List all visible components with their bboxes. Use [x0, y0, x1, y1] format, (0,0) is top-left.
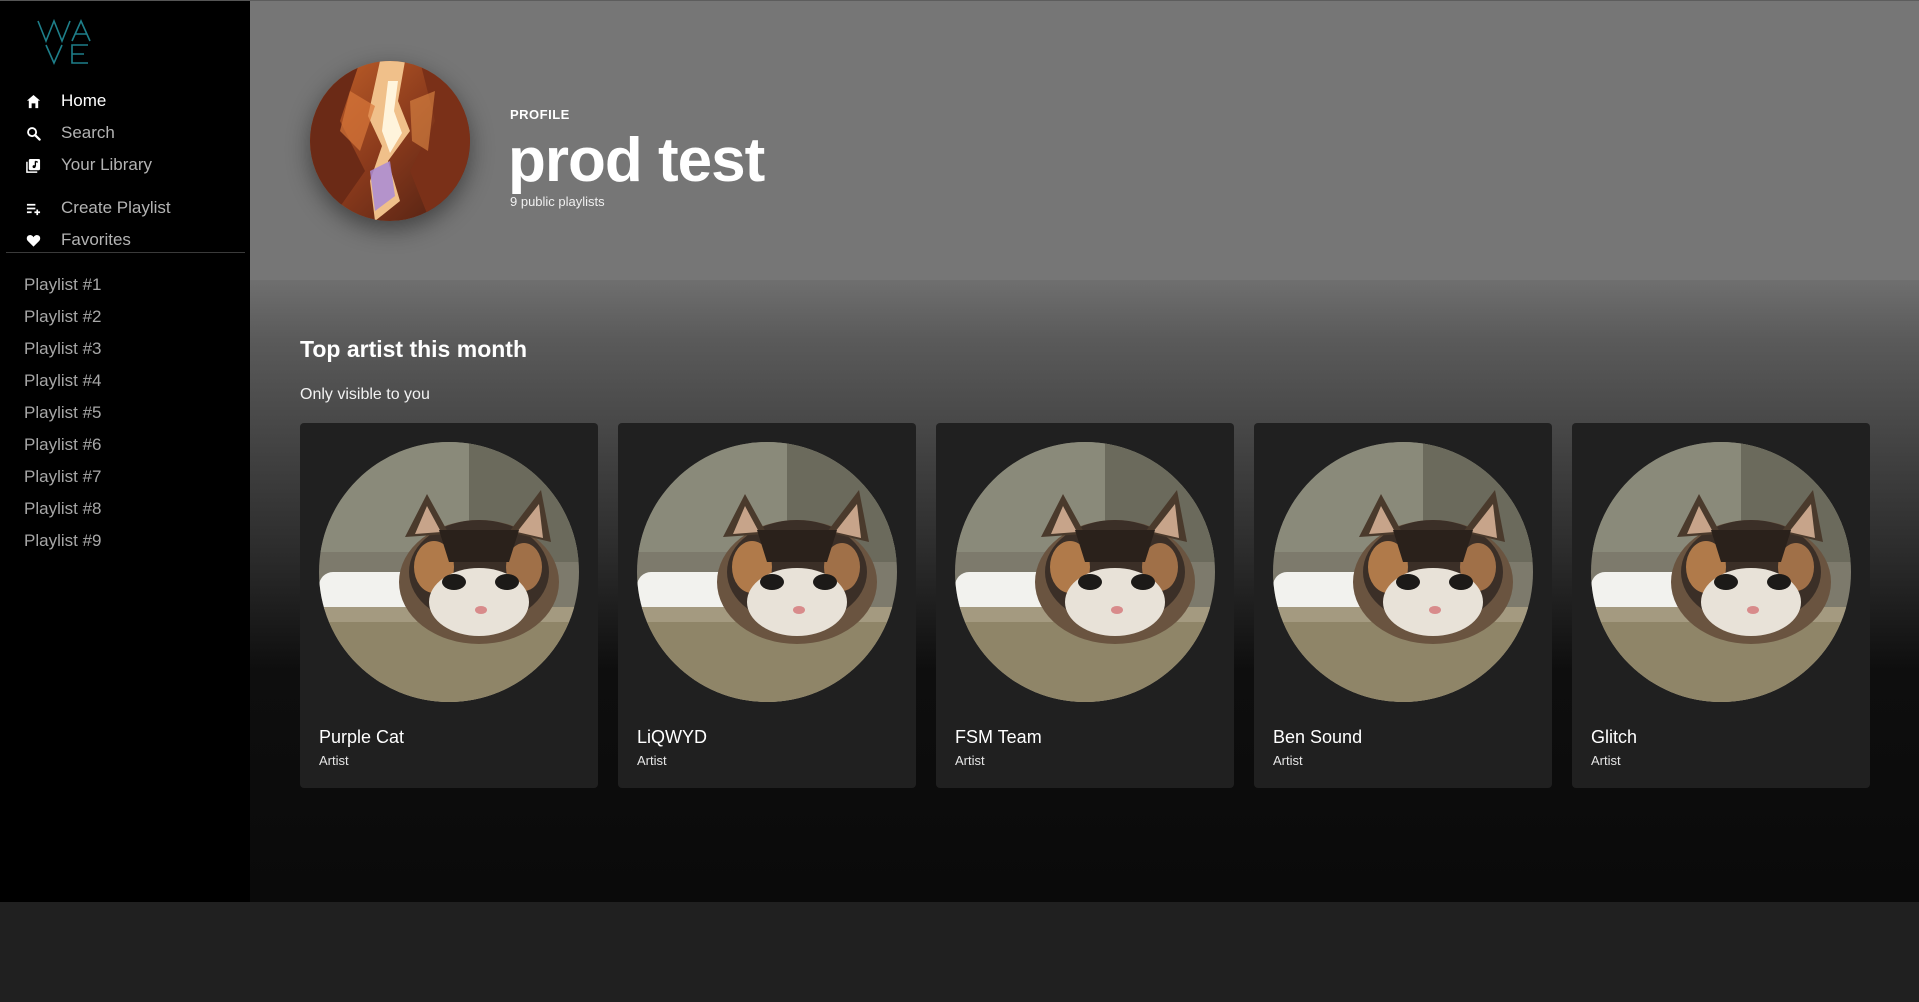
nav-create-playlist-label: Create Playlist: [61, 198, 171, 217]
sidebar: Home Search Your Library Create Playlist…: [0, 0, 250, 902]
artist-name: FSM Team: [955, 727, 1042, 747]
artist-image: [955, 442, 1215, 702]
sidebar-playlist-2[interactable]: Playlist #2: [24, 302, 101, 332]
profile-avatar[interactable]: [310, 61, 470, 221]
sidebar-playlist-5[interactable]: Playlist #5: [24, 398, 101, 428]
sidebar-divider: [6, 252, 245, 253]
search-icon: [24, 124, 42, 142]
sidebar-playlist-8[interactable]: Playlist #8: [24, 494, 101, 524]
nav-search[interactable]: Search: [24, 117, 115, 149]
artist-name: Glitch: [1591, 727, 1638, 747]
nav-home-label: Home: [61, 91, 107, 110]
top-artists-subtitle: Only visible to you: [300, 386, 430, 403]
sidebar-playlist-6[interactable]: Playlist #6: [24, 430, 101, 460]
artist-role: Artist: [637, 753, 667, 768]
wave-logo[interactable]: [34, 17, 98, 65]
sidebar-playlist-1[interactable]: Playlist #1: [24, 270, 101, 300]
artist-card[interactable]: Glitch Artist: [1572, 423, 1870, 788]
artist-card[interactable]: Ben Sound Artist: [1254, 423, 1552, 788]
sidebar-playlist-4[interactable]: Playlist #4: [24, 366, 101, 396]
nav-home[interactable]: Home: [24, 85, 106, 117]
sidebar-playlist-3[interactable]: Playlist #3: [24, 334, 101, 364]
player-bar: [0, 902, 1919, 1002]
artist-name: Ben Sound: [1273, 727, 1363, 747]
home-icon: [24, 92, 42, 110]
library-icon: [24, 156, 42, 174]
artist-image: [319, 442, 579, 702]
artist-role: Artist: [1273, 753, 1303, 768]
wave-logo-mark: [37, 18, 91, 65]
artist-card[interactable]: FSM Team Artist: [936, 423, 1234, 788]
artist-image: [1591, 442, 1851, 702]
artist-image: [1273, 442, 1533, 702]
public-playlists-count[interactable]: 9 public playlists: [510, 194, 605, 209]
artist-image: [637, 442, 897, 702]
add-playlist-icon: [24, 199, 42, 217]
sidebar-playlist-9[interactable]: Playlist #9: [24, 526, 101, 556]
main-content: PROFILE prod test 9 public playlists Top…: [250, 0, 1919, 902]
artist-name: Purple Cat: [319, 727, 405, 747]
artist-card[interactable]: Purple Cat Artist: [300, 423, 598, 788]
app-window: Home Search Your Library Create Playlist…: [0, 0, 1919, 902]
artist-role: Artist: [319, 753, 349, 768]
nav-create-playlist[interactable]: Create Playlist: [24, 192, 171, 224]
profile-name: prod test: [508, 126, 765, 195]
profile-header: PROFILE prod test 9 public playlists: [250, 0, 1919, 280]
top-artists-title[interactable]: Top artist this month: [300, 336, 527, 363]
profile-type-label: PROFILE: [510, 107, 570, 122]
nav-favorites-label: Favorites: [61, 230, 131, 249]
canyon-photo: [310, 61, 470, 221]
nav-search-label: Search: [61, 123, 115, 142]
artist-name: LiQWYD: [637, 727, 708, 747]
artist-role: Artist: [955, 753, 985, 768]
artist-role: Artist: [1591, 753, 1621, 768]
nav-library[interactable]: Your Library: [24, 149, 152, 181]
nav-library-label: Your Library: [61, 155, 153, 174]
sidebar-playlist-7[interactable]: Playlist #7: [24, 462, 101, 492]
heart-icon: [24, 231, 42, 249]
artist-card[interactable]: LiQWYD Artist: [618, 423, 916, 788]
